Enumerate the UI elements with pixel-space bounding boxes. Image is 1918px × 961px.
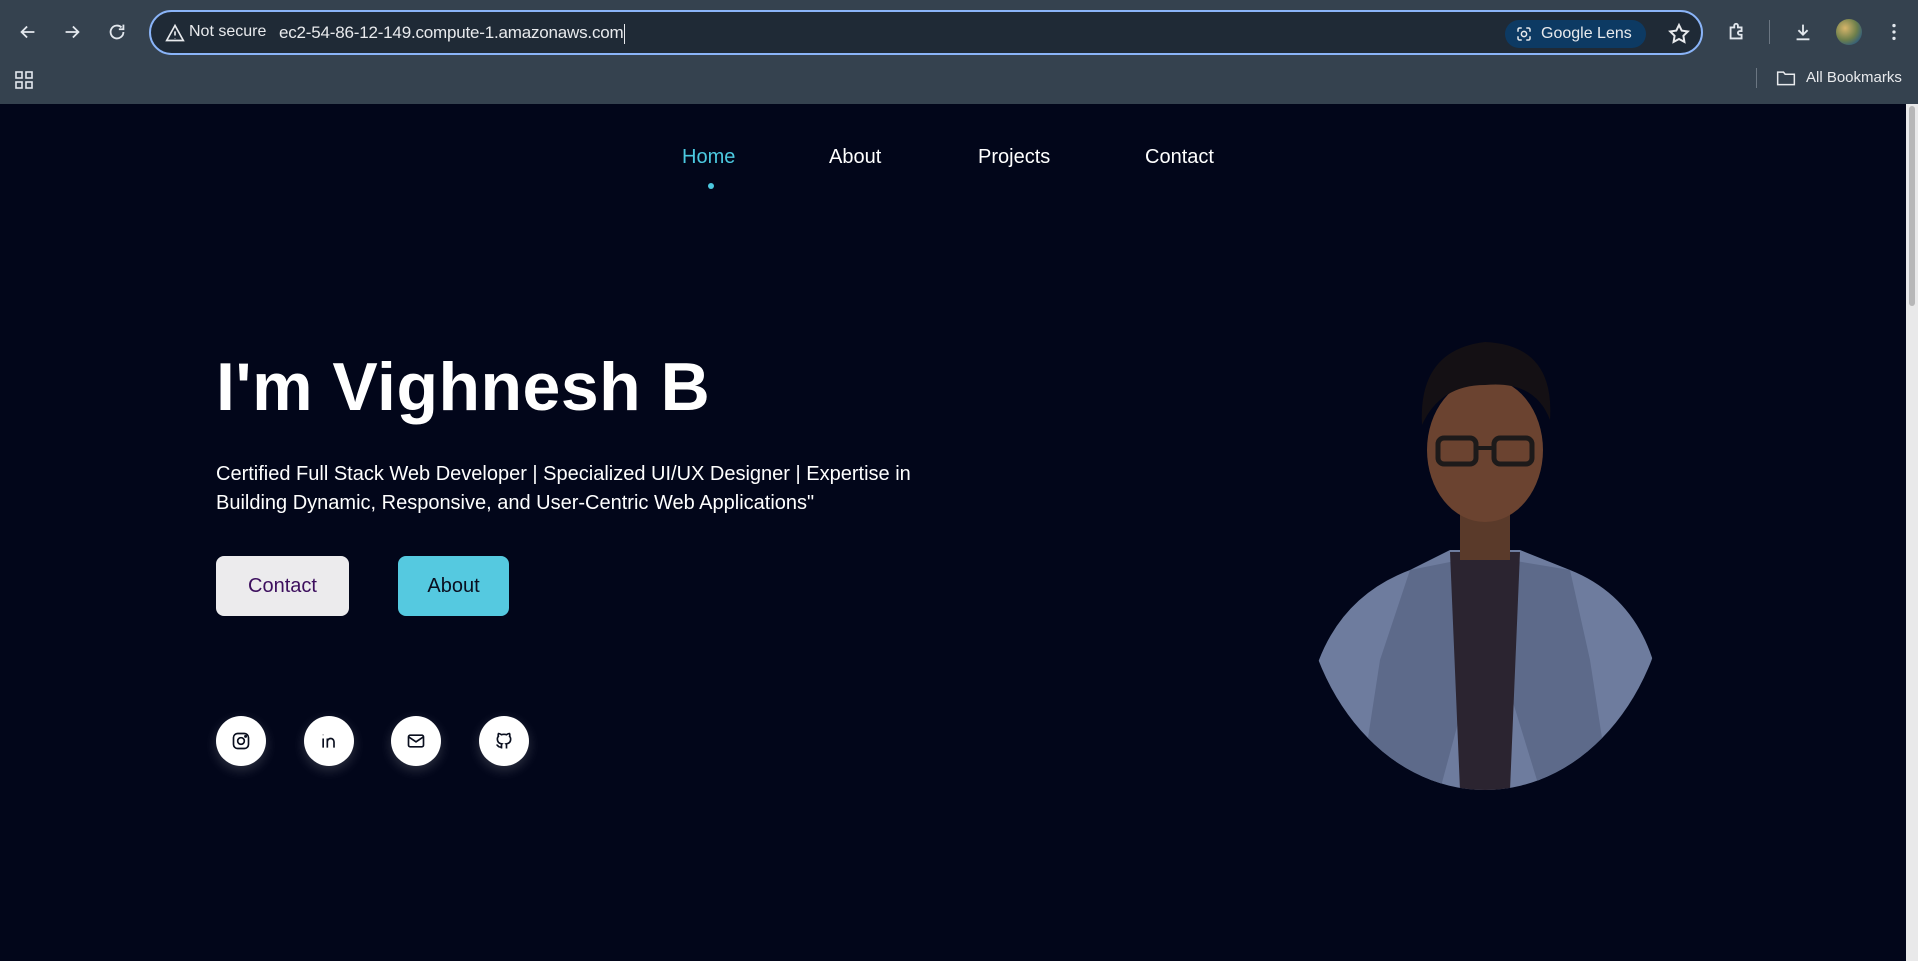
forward-button[interactable] — [56, 16, 88, 48]
reload-icon — [109, 24, 125, 40]
all-bookmarks-button[interactable]: All Bookmarks — [1776, 67, 1902, 89]
instagram-icon — [232, 732, 250, 750]
toolbar-divider — [1769, 20, 1770, 44]
instagram-link[interactable] — [216, 716, 266, 766]
profile-portrait — [1300, 342, 1670, 790]
address-bar[interactable]: Not secure ec2-54-86-12-149.compute-1.am… — [149, 10, 1703, 55]
about-button[interactable]: About — [398, 556, 509, 616]
bookmark-star-icon[interactable] — [1667, 22, 1691, 46]
google-lens-icon — [1517, 27, 1531, 41]
linkedin-icon — [322, 734, 335, 748]
page-scrollbar[interactable] — [1906, 104, 1918, 961]
nav-home[interactable]: Home — [682, 146, 735, 169]
profile-avatar[interactable] — [1836, 19, 1862, 45]
linkedin-link[interactable] — [304, 716, 354, 766]
hero-subtitle: Certified Full Stack Web Developer | Spe… — [216, 463, 911, 514]
contact-button[interactable]: Contact — [216, 556, 349, 616]
bookmarks-divider — [1756, 68, 1757, 88]
warning-icon — [165, 23, 185, 42]
github-icon — [496, 732, 512, 749]
folder-icon — [1776, 71, 1796, 86]
nav-about[interactable]: About — [829, 146, 881, 169]
more-vertical-icon — [1892, 23, 1896, 41]
extensions-button[interactable] — [1721, 16, 1753, 48]
menu-button[interactable] — [1878, 16, 1910, 48]
not-secure-label[interactable]: Not secure — [189, 23, 266, 41]
download-icon — [1796, 24, 1810, 41]
downloads-button[interactable] — [1787, 16, 1819, 48]
reload-button[interactable] — [101, 16, 133, 48]
puzzle-icon — [1729, 22, 1743, 40]
apps-grid-icon[interactable] — [14, 70, 34, 90]
hero-title: I'm Vighnesh B — [216, 349, 711, 425]
mail-icon — [407, 734, 425, 748]
nav-contact[interactable]: Contact — [1145, 146, 1214, 169]
google-lens-button[interactable]: Google Lens — [1505, 20, 1646, 48]
back-arrow-icon — [20, 25, 35, 39]
forward-arrow-icon — [65, 25, 80, 39]
active-nav-indicator — [708, 183, 714, 189]
back-button[interactable] — [12, 16, 44, 48]
browser-toolbar: Not secure ec2-54-86-12-149.compute-1.am… — [0, 0, 1918, 104]
github-link[interactable] — [479, 716, 529, 766]
email-link[interactable] — [391, 716, 441, 766]
scrollbar-thumb[interactable] — [1909, 106, 1915, 306]
url-text[interactable]: ec2-54-86-12-149.compute-1.amazonaws.com — [279, 23, 626, 44]
nav-projects[interactable]: Projects — [978, 146, 1050, 169]
